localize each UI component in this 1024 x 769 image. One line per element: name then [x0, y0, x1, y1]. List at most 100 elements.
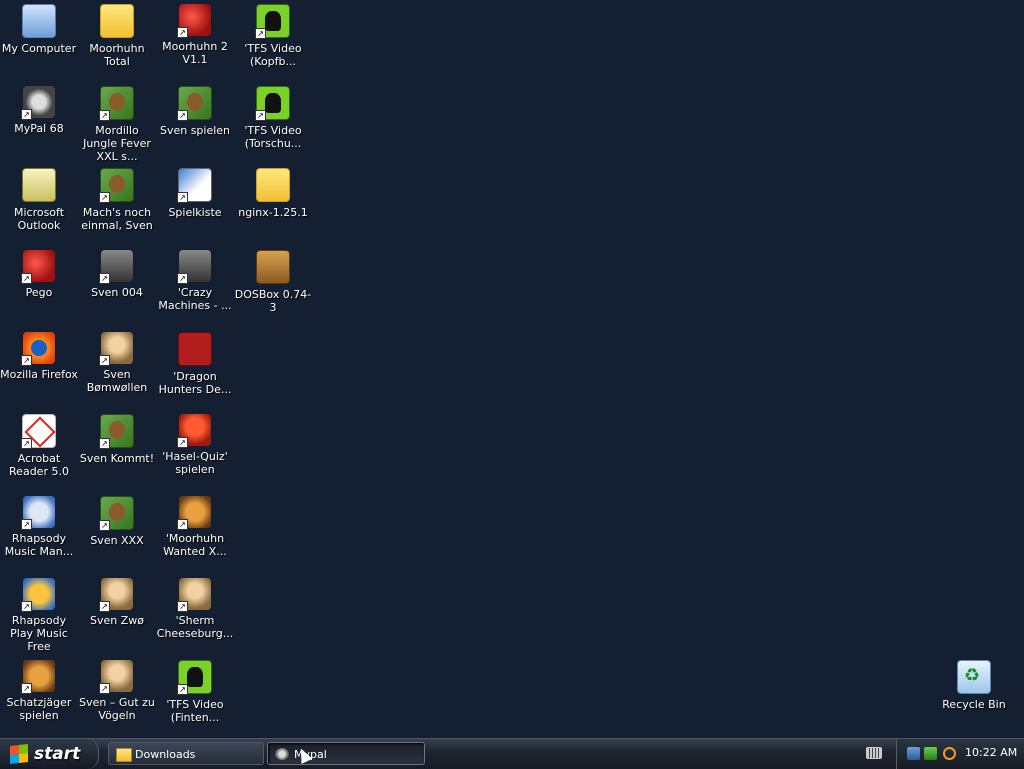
shortcut-arrow-icon: ↗: [99, 520, 110, 531]
icon-label: 'Crazy Machines - ...: [158, 286, 232, 312]
desktop-icon-sven-xxx[interactable]: ↗ Sven XXX: [78, 494, 156, 574]
shortcut-arrow-icon: ↗: [255, 110, 266, 121]
start-label: start: [34, 744, 81, 764]
search-icon[interactable]: [943, 747, 956, 760]
shortcut-arrow-icon: ↗: [99, 273, 110, 284]
acrobat-icon: ↗: [21, 414, 56, 449]
sven-icon: ↗: [99, 578, 133, 612]
desktop-icon-my-computer[interactable]: My Computer: [0, 2, 78, 82]
recycle-bin-icon: [957, 660, 991, 694]
system-tray: 10:22 AM: [896, 739, 1024, 769]
desktop-icon-sven-gut-zu-vogeln[interactable]: ↗ Sven – Gut zu Vögeln: [78, 658, 156, 738]
icon-label: Rhapsody Music Man...: [4, 532, 74, 558]
desktop-icon-hasel-quiz[interactable]: ↗ 'Hasel-Quiz' spielen: [156, 412, 234, 492]
shortcut-arrow-icon: ↗: [21, 355, 32, 366]
desktop-icon-tfs-kopfb[interactable]: ↗ 'TFS Video (Kopfb...: [234, 2, 312, 82]
desktop-icon-sven-004[interactable]: ↗ Sven 004: [78, 248, 156, 328]
desktop-icon-mypal[interactable]: ↗ MyPal 68: [0, 84, 78, 164]
shortcut-arrow-icon: ↗: [21, 109, 32, 120]
icon-label: Schatzjäger spielen: [6, 696, 72, 722]
icon-label: Sven – Gut zu Vögeln: [79, 696, 155, 722]
desktop-icon-dragon-hunters[interactable]: 'Dragon Hunters De...: [156, 330, 234, 410]
task-label: Downloads: [135, 748, 196, 761]
desktop: My Computer ↗ MyPal 68 Microsoft Outlook…: [0, 0, 1024, 738]
machine-icon: ↗: [177, 250, 211, 284]
shortcut-arrow-icon: ↗: [177, 192, 188, 203]
desktop-icon-sven-zwo[interactable]: ↗ Sven Zwø: [78, 576, 156, 656]
icon-label: Sven Zwø: [90, 614, 144, 627]
shortcut-arrow-icon: ↗: [255, 28, 266, 39]
taskbar-button-mypal[interactable]: Mypal: [267, 742, 425, 765]
dice-icon: ↗: [177, 168, 212, 203]
icon-label: 'Hasel-Quiz' spielen: [162, 450, 228, 476]
icon-label: 'TFS Video (Finten...: [166, 698, 224, 724]
rhapsody-play-icon: ↗: [21, 578, 55, 612]
desktop-icon-crazy-machines[interactable]: ↗ 'Crazy Machines - ...: [156, 248, 234, 328]
taskbar-button-downloads[interactable]: Downloads: [108, 742, 264, 765]
desktop-icon-rhapsody[interactable]: ↗ Rhapsody Music Man...: [0, 494, 78, 574]
icon-label: 'Moorhuhn Wanted X...: [163, 532, 227, 558]
desktop-icon-pego[interactable]: ↗ Pego: [0, 248, 78, 328]
computer-icon: [22, 4, 56, 38]
desktop-icon-rhapsody-play[interactable]: ↗ Rhapsody Play Music Free: [0, 576, 78, 656]
keyboard-icon[interactable]: [866, 747, 882, 759]
start-button[interactable]: start: [0, 739, 99, 769]
desktop-icon-tfs-torschu[interactable]: ↗ 'TFS Video (Torschu...: [234, 84, 312, 164]
red-ball-icon: ↗: [21, 250, 55, 284]
desktop-icon-spielkiste[interactable]: ↗ Spielkiste: [156, 166, 234, 246]
moorhuhn-icon: ↗: [177, 4, 211, 38]
folder-icon: [256, 168, 290, 202]
desktop-icon-firefox[interactable]: ↗ Mozilla Firefox: [0, 330, 78, 410]
shortcut-arrow-icon: ↗: [99, 438, 110, 449]
shortcut-arrow-icon: ↗: [177, 519, 188, 530]
icon-label: My Computer: [1, 42, 77, 55]
desktop-icon-sven-bomwollen[interactable]: ↗ Sven Bømwøllen: [78, 330, 156, 410]
desktop-icon-sherm[interactable]: ↗ 'Sherm Cheeseburg...: [156, 576, 234, 656]
desktop-icon-moorhuhn-total[interactable]: Moorhuhn Total: [78, 2, 156, 82]
desktop-icon-dosbox[interactable]: DOSBox 0.74-3: [234, 248, 312, 328]
shortcut-arrow-icon: ↗: [177, 27, 188, 38]
desktop-icon-nginx[interactable]: nginx-1.25.1: [234, 166, 312, 246]
icon-label: Sven 004: [91, 286, 143, 299]
sven-icon: ↗: [99, 168, 134, 203]
shortcut-arrow-icon: ↗: [177, 110, 188, 121]
safely-remove-icon[interactable]: [924, 747, 937, 760]
folder-icon: [100, 4, 134, 38]
desktop-icon-sven-spielen[interactable]: ↗ Sven spielen: [156, 84, 234, 164]
desktop-icon-outlook[interactable]: Microsoft Outlook: [0, 166, 78, 246]
sherm-icon: ↗: [177, 578, 211, 612]
icon-label: Microsoft Outlook: [13, 206, 65, 232]
sven-icon: ↗: [99, 414, 134, 449]
taskbar: start Downloads Mypal 10:22 AM: [0, 738, 1024, 769]
icon-label: DOSBox 0.74-3: [234, 288, 312, 314]
shortcut-arrow-icon: ↗: [99, 683, 110, 694]
sheep-icon: ↗: [99, 332, 133, 366]
clock[interactable]: 10:22 AM: [965, 746, 1017, 759]
treasure-icon: ↗: [21, 660, 55, 694]
tfs-icon: ↗: [255, 4, 290, 39]
robot-icon: ↗: [99, 250, 133, 284]
desktop-icon-schatzjaeger[interactable]: ↗ Schatzjäger spielen: [0, 658, 78, 738]
icon-label: Sven XXX: [90, 534, 144, 547]
sven-icon: ↗: [99, 660, 133, 694]
desktop-icon-acrobat[interactable]: ↗ Acrobat Reader 5.0: [0, 412, 78, 492]
shortcut-arrow-icon: ↗: [99, 110, 110, 121]
icon-label: Moorhuhn Total: [89, 42, 145, 68]
desktop-icon-recycle-bin[interactable]: Recycle Bin: [935, 658, 1013, 738]
network-icon[interactable]: [907, 747, 920, 760]
shortcut-arrow-icon: ↗: [177, 437, 188, 448]
desktop-icon-mordillo[interactable]: ↗ Mordillo Jungle Fever XXL s...: [78, 84, 156, 164]
desktop-icon-sven-kommt[interactable]: ↗ Sven Kommt!: [78, 412, 156, 492]
firefox-icon: ↗: [21, 332, 55, 366]
desktop-icon-moorhuhn-2[interactable]: ↗ Moorhuhn 2 V1.1: [156, 2, 234, 82]
icon-label: nginx-1.25.1: [238, 206, 308, 219]
desktop-icon-moorhuhn-wanted[interactable]: ↗ 'Moorhuhn Wanted X...: [156, 494, 234, 574]
desktop-icon-machs-noch-einmal[interactable]: ↗ Mach's noch einmal, Sven: [78, 166, 156, 246]
shortcut-arrow-icon: ↗: [177, 273, 188, 284]
dosbox-icon: [256, 250, 290, 284]
desktop-icon-tfs-finten[interactable]: ↗ 'TFS Video (Finten...: [156, 658, 234, 738]
outlook-icon: [22, 168, 56, 202]
shortcut-arrow-icon: ↗: [21, 519, 32, 530]
icon-label: MyPal 68: [14, 122, 64, 135]
mypal-icon: [275, 748, 289, 760]
